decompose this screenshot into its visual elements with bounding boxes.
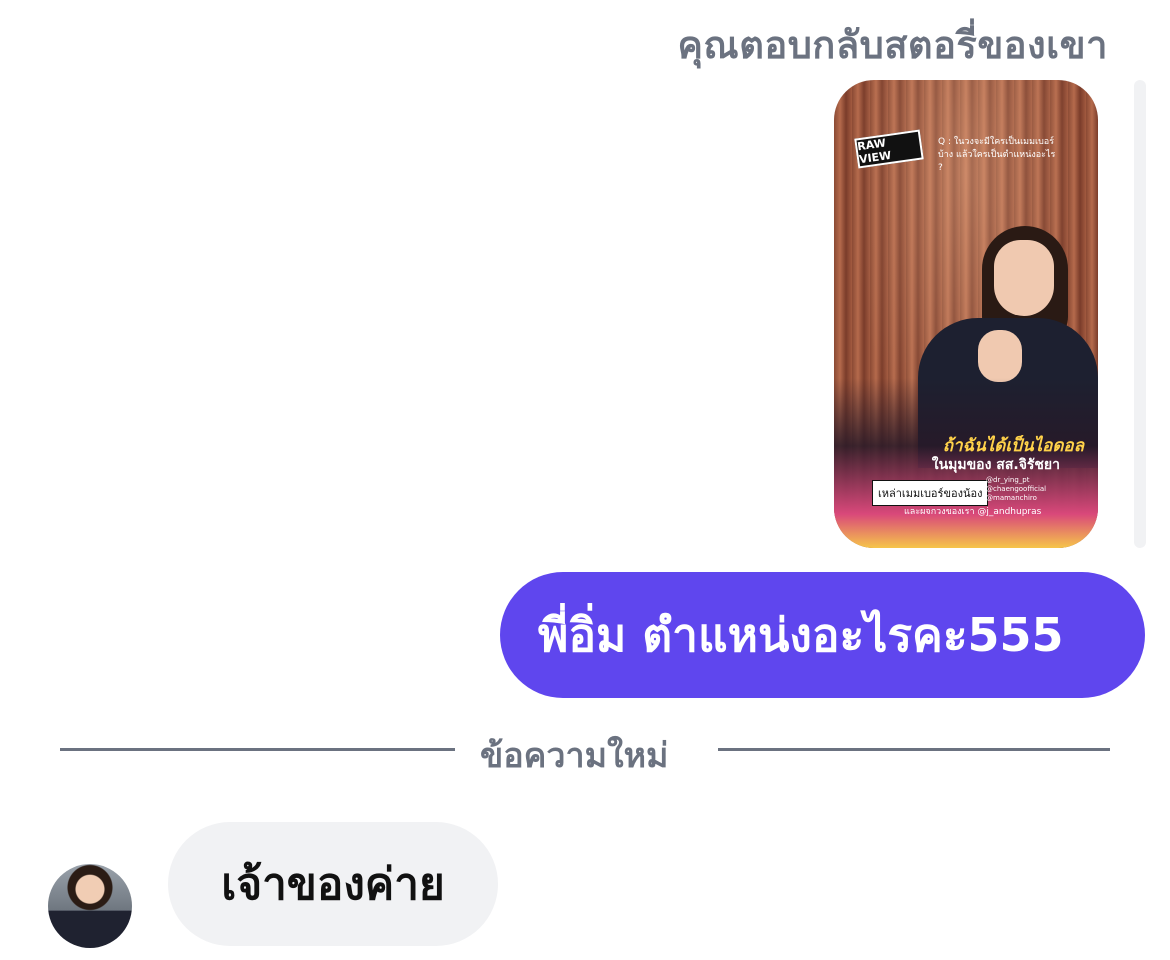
sender-avatar[interactable]: [48, 864, 132, 948]
story-handle: @dr_ying_pt: [986, 476, 1030, 484]
outgoing-message-bubble[interactable]: พี่อิ่ม ตำแหน่งอะไรคะ555: [500, 572, 1145, 698]
story-subline: ในมุมของ สส.จิรัชยา: [931, 457, 1060, 473]
outgoing-message-text: พี่อิ่ม ตำแหน่งอะไรคะ555: [538, 607, 1064, 662]
scrollbar-track[interactable]: [1134, 80, 1146, 548]
story-question-text: Q : ในวงจะมีใครเป็นเมมเบอร์บ้าง แล้วใครเ…: [938, 137, 1056, 173]
story-credit: และผจกวงของเรา @j_andhupras: [904, 507, 1042, 517]
story-thumbnail[interactable]: RAW VIEW Q : ในวงจะมีใครเป็นเมมเบอร์บ้าง…: [834, 80, 1098, 548]
new-messages-divider-right: [718, 748, 1110, 751]
incoming-message-text: เจ้าของค่าย: [221, 859, 445, 910]
new-messages-divider-left: [60, 748, 455, 751]
story-handles: @dr_ying_pt @chaengoofficial @mamanchiro: [986, 476, 1046, 503]
new-messages-label: ข้อความใหม่: [480, 736, 669, 776]
incoming-message-bubble[interactable]: เจ้าของค่าย: [168, 822, 498, 946]
story-reply-caption: คุณตอบกลับสตอรี่ของเขา: [677, 23, 1108, 67]
story-logo: RAW VIEW: [854, 129, 924, 169]
story-tag: เหล่าเมมเบอร์ของน้อง: [872, 480, 989, 506]
story-handle: @mamanchiro: [986, 494, 1037, 502]
story-handle: @chaengoofficial: [986, 485, 1047, 493]
